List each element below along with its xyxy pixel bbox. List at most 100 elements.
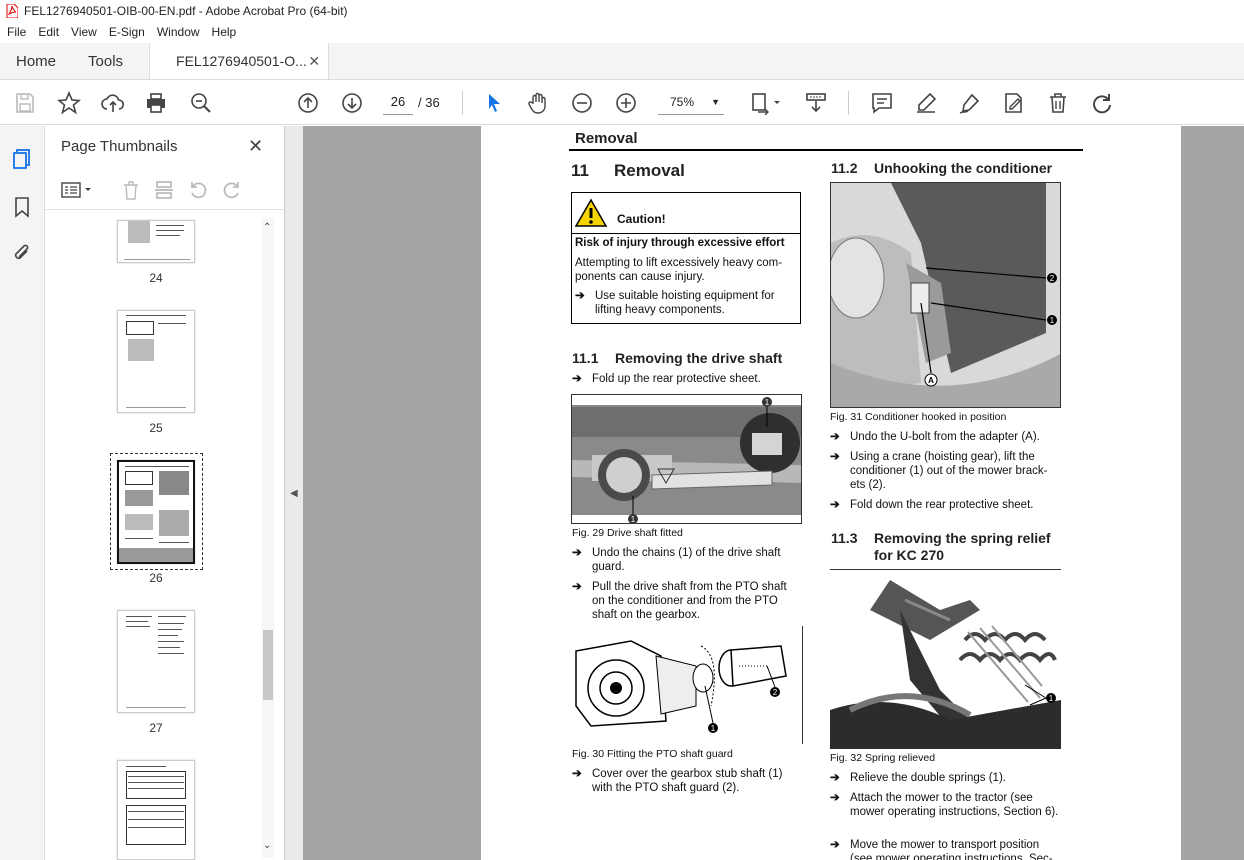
thumbnails-scrollbar[interactable]: ⌃ ⌄ [262,218,274,858]
options-menu-icon[interactable] [60,180,94,200]
tab-close-icon[interactable]: ✕ [308,53,320,70]
menu-esign[interactable]: E-Sign [103,25,151,39]
thumbnail-toolbar [45,170,285,210]
arrow-bullet-icon: ➔ [572,373,582,385]
chevron-up-icon[interactable]: ⌃ [263,222,271,233]
svg-text:1: 1 [631,515,636,524]
arrow-bullet-icon: ➔ [572,581,582,593]
tab-bar: Home Tools FEL1276940501-O... ✕ [0,43,1244,80]
subsection-number: 11.1 [572,350,599,366]
chevron-down-icon[interactable]: ⌄ [263,840,271,851]
hand-tool-icon[interactable] [526,91,550,115]
toolbar-divider [462,91,463,115]
zoom-out-icon[interactable] [570,91,594,115]
attachment-paperclip-icon[interactable] [11,242,33,264]
menu-file[interactable]: File [0,25,32,39]
tab-document-label: FEL1276940501-O... [176,53,307,69]
bookmark-icon[interactable] [11,196,33,218]
instruction-text: Fold up the rear protective sheet. [592,373,761,385]
menu-view[interactable]: View [65,25,103,39]
document-viewport[interactable]: Removal 11 Removal Caution! Risk of inju… [303,126,1244,860]
bookmark-star-icon[interactable] [57,91,81,115]
arrow-bullet-icon: ➔ [572,768,582,780]
figure-30-pto-guard: 2 1 [571,626,803,744]
tab-home[interactable]: Home [0,43,72,79]
thumbnail-label: 27 [149,721,163,735]
menu-window[interactable]: Window [151,25,206,39]
next-page-icon[interactable] [340,91,364,115]
thumbnail-page-24[interactable] [117,220,195,263]
comment-icon[interactable] [870,91,894,115]
thumbnail-page-28[interactable] [117,760,195,860]
instruction-step: ➔ Cover over the gearbox stub shaft (1) … [572,767,802,795]
rotate-right-icon[interactable] [222,180,242,200]
close-icon[interactable]: ✕ [248,136,263,157]
zoom-in-icon[interactable] [614,91,638,115]
fit-page-icon[interactable] [750,91,782,115]
edit-pdf-icon[interactable] [1002,91,1026,115]
scrollbar-thumb[interactable] [263,630,273,700]
instruction-step: ➔ Move the mower to transport position (… [830,838,1060,860]
zoom-level-select[interactable]: 75% ▼ [658,89,724,115]
svg-text:1: 1 [765,398,770,407]
thumbnail-page-25[interactable] [117,310,195,413]
page-thumbnails-icon[interactable] [11,148,33,170]
page-number-input[interactable]: 26 [383,89,413,115]
instruction-step: ➔ Relieve the double springs (1). [830,771,1060,785]
caution-action: ➔ Use suitable hoisting equipment for li… [575,289,785,317]
svg-text:A: A [928,376,934,385]
arrow-bullet-icon: ➔ [830,772,840,784]
select-cursor-icon[interactable] [482,91,506,115]
highlight-pen-icon[interactable] [914,91,938,115]
pto-guard-illustration: 2 1 [575,640,787,733]
previous-page-icon[interactable] [296,91,320,115]
collapse-left-icon[interactable]: ◀ [290,488,298,499]
upload-cloud-icon[interactable] [101,91,125,115]
delete-page-icon[interactable] [121,180,141,200]
instruction-text: Fold down the rear protective sheet. [850,499,1034,511]
instruction-step: ➔ Fold up the rear protective sheet. [572,372,802,386]
zoom-search-icon[interactable] [189,91,213,115]
instruction-text: Undo the chains (1) of the drive shaft g… [592,547,781,573]
arrow-bullet-icon: ➔ [575,290,585,302]
arrow-bullet-icon: ➔ [830,451,840,463]
svg-text:1: 1 [1049,694,1054,703]
header-rule [569,149,1083,151]
subsection-title-line1: Removing the spring relief [874,530,1051,546]
instruction-text: Move the mower to transport position (se… [850,839,1053,860]
panel-splitter[interactable]: ◀ [285,126,303,860]
caution-title: Caution! [617,212,666,226]
print-icon[interactable] [144,91,168,115]
conditioner-illustration: 2 1 A [831,183,1060,407]
thumbnail-page-27[interactable] [117,610,195,713]
rotate-left-icon[interactable] [188,180,208,200]
tab-document[interactable]: FEL1276940501-O... ✕ [149,43,330,79]
rotate-redo-icon[interactable] [1090,91,1114,115]
insert-page-icon[interactable] [154,180,174,200]
save-icon[interactable] [13,91,37,115]
scrollbar-track [262,218,274,858]
menu-help[interactable]: Help [206,25,243,39]
warning-triangle-icon [574,198,608,227]
caution-divider [572,233,800,234]
thumbnail-page-26[interactable] [117,460,195,564]
figure-29-drive-shaft: 1 1 [571,394,802,524]
subsection-number: 11.3 [831,530,858,546]
drive-shaft-illustration: 1 1 [572,397,801,524]
instruction-step: ➔ Attach the mower to the tractor (see m… [830,791,1060,819]
figure-caption: Fig. 30 Fitting the PTO shaft guard [572,748,733,760]
tab-tools[interactable]: Tools [72,43,137,79]
subsection-number: 11.2 [831,160,858,176]
thumbnail-label: 26 [149,571,163,585]
menu-edit[interactable]: Edit [32,25,65,39]
toolbar-divider [848,91,849,115]
sign-pen-icon[interactable] [958,91,982,115]
window-title: FEL1276940501-OIB-00-EN.pdf - Adobe Acro… [24,4,348,18]
title-bar: FEL1276940501-OIB-00-EN.pdf - Adobe Acro… [0,0,1244,22]
arrow-bullet-icon: ➔ [830,431,840,443]
scroll-mode-icon[interactable] [804,91,828,115]
caution-box: Caution! Risk of injury through excessiv… [571,192,801,324]
page-header: Removal [575,130,638,147]
instruction-text: Using a crane (hoisting gear), lift the … [850,451,1048,491]
delete-trash-icon[interactable] [1046,91,1070,115]
